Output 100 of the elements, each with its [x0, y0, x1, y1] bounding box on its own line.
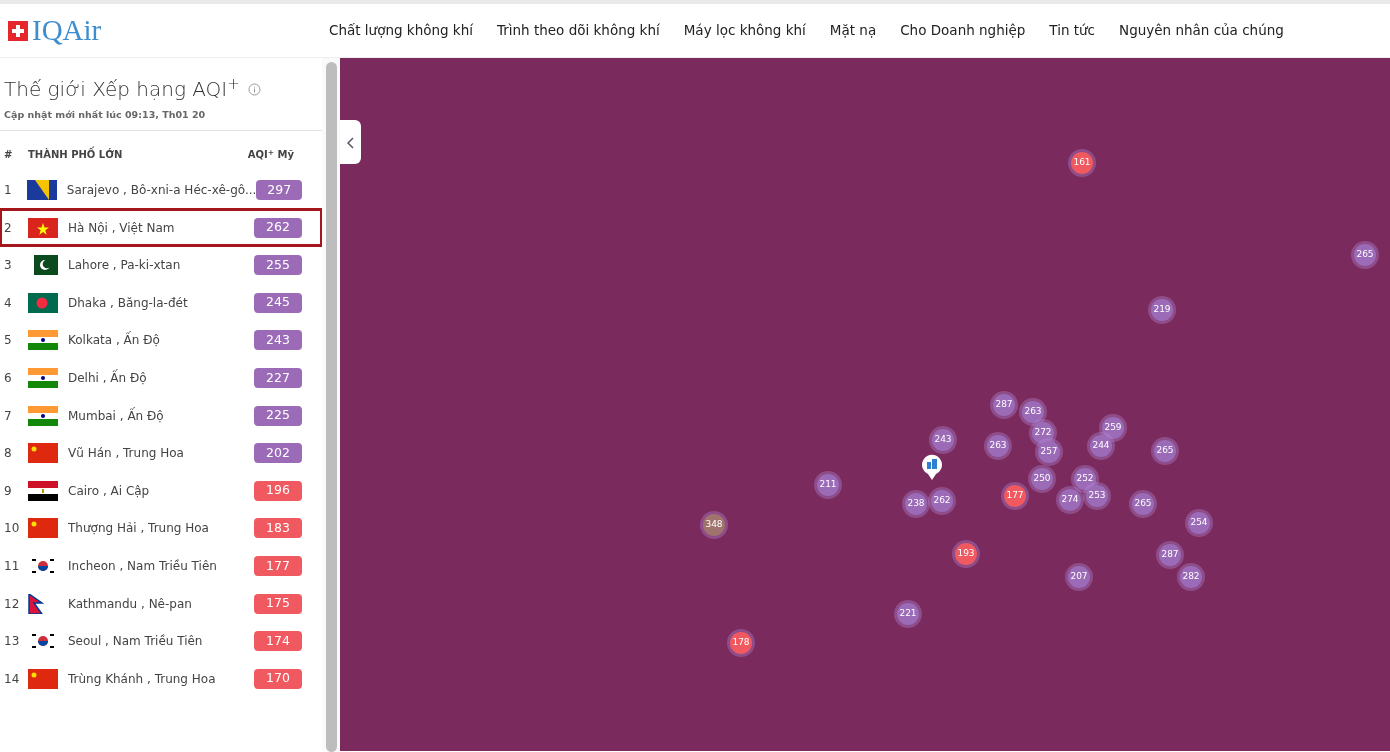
flag-icon	[28, 292, 58, 313]
aqi-badge: 262	[254, 217, 302, 238]
rank-number: 9	[4, 482, 13, 500]
ranking-row[interactable]: 7 Mumbai , Ấn Độ 225	[0, 396, 322, 435]
ranking-row[interactable]: 11 Incheon , Nam Triều Tiên 177	[0, 547, 322, 585]
aqi-marker[interactable]: 161	[1071, 152, 1093, 174]
city-name: Delhi , Ấn Độ	[68, 369, 147, 387]
rank-number: 13	[4, 633, 21, 651]
location-pin-icon[interactable]	[921, 454, 943, 480]
aqi-marker[interactable]: 254	[1188, 512, 1210, 534]
aqi-marker[interactable]: 244	[1090, 435, 1112, 457]
ranking-row[interactable]: 2 Hà Nội , Việt Nam 262	[0, 208, 322, 247]
aqi-marker[interactable]: 287	[993, 394, 1015, 416]
city-name: Vũ Hán , Trung Hoa	[68, 445, 184, 463]
rank-number: 4	[4, 294, 13, 312]
rank-number: 10	[4, 520, 21, 538]
nav-link[interactable]: Tin tức	[1049, 20, 1096, 41]
aqi-badge: 225	[254, 405, 302, 426]
aqi-marker[interactable]: 219	[1151, 299, 1173, 321]
flag-icon	[28, 593, 44, 614]
aqi-marker[interactable]: 178	[730, 632, 752, 654]
nav-link[interactable]: Mặt nạ	[829, 20, 877, 41]
city-name: Sarajevo , Bô-xni-a Héc-xê-gô...	[66, 182, 257, 200]
city-name: Mumbai , Ấn Độ	[68, 406, 164, 425]
city-name: Lahore , Pa-ki-xtan	[68, 257, 181, 275]
update-time: Cập nhật mới nhất lúc 09:13, Th01 20	[4, 108, 207, 122]
ranking-row[interactable]: 3 Lahore , Pa-ki-xtan 255	[0, 246, 322, 285]
nav-link[interactable]: Cho Doanh nghiệp	[900, 20, 1026, 41]
nav-link[interactable]: Nguyên nhân của chúng	[1119, 20, 1284, 41]
rank-number: 2	[4, 219, 13, 237]
aqi-marker[interactable]: 238	[905, 493, 927, 515]
rank-number: 11	[4, 558, 21, 575]
ranking-row[interactable]: 6 Delhi , Ấn Độ 227	[0, 359, 322, 397]
city-name: Thượng Hải , Trung Hoa	[68, 520, 209, 538]
ranking-row[interactable]: 8 Vũ Hán , Trung Hoa 202	[0, 434, 322, 472]
aqi-marker[interactable]: 253	[1086, 485, 1108, 507]
rank-number: 8	[4, 445, 13, 463]
aqi-marker[interactable]: 282	[1180, 566, 1202, 588]
aqi-badge: 297	[256, 180, 302, 201]
ranking-row[interactable]: 13 Seoul , Nam Triều Tiên 174	[0, 622, 322, 660]
ranking-title: Thế giới Xếp hạng AQI$^{+}$	[4, 74, 240, 103]
aqi-marker[interactable]: 265	[1354, 244, 1376, 266]
map-tile[interactable]: 161 265 219 287 263 243 272 259 263 257 244 265 211 250 252 238 262 177 274 253 265 348 254 193 287 207 282 221 178	[340, 58, 1390, 751]
ranking-row[interactable]: 4 Dhaka , Băng-la-đét 245	[0, 284, 322, 322]
flag-icon	[28, 518, 58, 539]
ranking-row[interactable]: 14 Trùng Khánh , Trung Hoa 170	[0, 659, 322, 698]
chevron-left-icon	[346, 136, 355, 149]
aqi-marker[interactable]: 287	[1159, 544, 1181, 566]
aqi-marker[interactable]: 263	[987, 435, 1009, 457]
aqi-marker[interactable]: 207	[1068, 566, 1090, 588]
nav-link[interactable]: Chất lượng không khí	[329, 20, 473, 41]
ranking-row[interactable]: 10 Thượng Hải , Trung Hoa 183	[0, 509, 322, 548]
aqi-badge: 175	[254, 593, 302, 614]
ranking-row[interactable]: 5 Kolkata , Ấn Độ 243	[0, 321, 322, 360]
aqi-marker[interactable]: 177	[1004, 485, 1026, 507]
aqi-badge: 196	[254, 480, 302, 501]
aqi-marker[interactable]: 221	[897, 603, 919, 625]
city-name: Trùng Khánh , Trung Hoa	[68, 670, 216, 688]
aqi-badge: 227	[254, 368, 302, 388]
collapse-button[interactable]	[340, 120, 361, 164]
aqi-marker[interactable]: 348	[703, 514, 725, 536]
logo[interactable]: IQAir	[32, 16, 102, 45]
ranking-row[interactable]: 9 Cairo , Ai Cập 196	[0, 472, 322, 510]
column-header: AQI$^{+}$ Mỹ	[247, 147, 294, 163]
city-name: Kathmandu , Nê-pan	[68, 595, 192, 613]
aqi-marker[interactable]: 274	[1059, 489, 1081, 511]
aqi-marker[interactable]: 193	[955, 543, 977, 565]
ranking-row[interactable]: 12 Kathmandu , Nê-pan 175	[0, 584, 322, 623]
aqi-marker[interactable]: 272	[1032, 422, 1054, 444]
aqi-marker[interactable]: 211	[817, 474, 839, 496]
rank-number: 5	[4, 332, 13, 350]
aqi-marker[interactable]: 243	[932, 429, 954, 451]
flag-icon	[28, 368, 58, 388]
swiss-flag-icon	[8, 20, 28, 41]
city-name: Hà Nội , Việt Nam	[68, 219, 175, 237]
nav-link[interactable]: Trình theo dõi không khí	[497, 20, 660, 41]
flag-icon	[28, 443, 58, 464]
aqi-marker[interactable]: 252	[1074, 468, 1096, 490]
aqi-badge: 174	[254, 631, 302, 652]
scrollbar-thumb[interactable]	[325, 62, 337, 752]
aqi-badge: 183	[254, 518, 302, 539]
nav-link[interactable]: Máy lọc không khí	[683, 20, 806, 41]
ranking-row[interactable]: 1 Sarajevo , Bô-xni-a Héc-xê-gô... 297	[0, 171, 322, 209]
aqi-marker[interactable]: 259	[1102, 417, 1124, 439]
rank-number: 1	[4, 182, 13, 200]
flag-icon	[28, 668, 58, 689]
aqi-marker[interactable]: 265	[1132, 493, 1154, 515]
flag-icon	[28, 330, 58, 351]
city-name: Kolkata , Ấn Độ	[68, 331, 160, 350]
aqi-badge: 170	[254, 668, 302, 689]
aqi-marker[interactable]: 265	[1154, 440, 1176, 462]
flag-icon	[26, 180, 57, 201]
aqi-badge: 202	[254, 443, 302, 464]
aqi-badge: 255	[254, 255, 302, 276]
aqi-marker[interactable]: 250	[1031, 468, 1053, 490]
aqi-badge: 177	[254, 556, 302, 576]
aqi-marker[interactable]: 262	[931, 490, 953, 512]
aqi-marker[interactable]: 263	[1022, 401, 1044, 423]
aqi-badge: 243	[254, 330, 302, 351]
aqi-marker[interactable]: 257	[1038, 441, 1060, 463]
